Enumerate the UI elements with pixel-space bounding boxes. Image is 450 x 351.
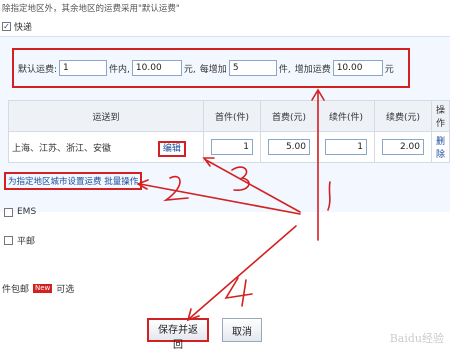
surface-mail-option[interactable]: 平邮 bbox=[4, 234, 35, 247]
col-first-fee: 首费(元) bbox=[260, 100, 318, 132]
add-qty-cell bbox=[317, 131, 375, 163]
default-first-qty-input[interactable] bbox=[59, 60, 108, 76]
col-add-fee: 续费(元) bbox=[374, 100, 432, 132]
edit-region-link[interactable]: 编辑 bbox=[157, 140, 186, 157]
col-destination: 运送到 bbox=[8, 100, 204, 132]
free-shipping-row: 件包邮 New 可选 bbox=[2, 282, 74, 295]
region-names: 上海、江苏、浙江、安徽 bbox=[12, 143, 112, 154]
add-fee-cell bbox=[374, 131, 432, 163]
express-option[interactable]: ✓ 快递 bbox=[2, 20, 32, 33]
express-checkbox[interactable]: ✓ bbox=[2, 22, 11, 31]
table-row: 上海、江苏、浙江、安徽 编辑 删除 bbox=[8, 131, 450, 163]
add-unit-label: 件, bbox=[278, 64, 291, 75]
new-badge: New bbox=[33, 284, 53, 293]
region-note: 除指定地区外，其余地区的运费采用"默认运费" bbox=[2, 4, 180, 14]
default-fee-label: 默认运费: bbox=[18, 64, 58, 75]
region-cell: 上海、江苏、浙江、安徽 编辑 bbox=[8, 131, 204, 163]
row-first-fee-input[interactable] bbox=[268, 139, 310, 155]
express-label: 快递 bbox=[14, 23, 33, 33]
row-first-qty-input[interactable] bbox=[211, 139, 253, 155]
col-first-qty: 首件(件) bbox=[203, 100, 261, 132]
delete-row-link[interactable]: 删除 bbox=[436, 137, 445, 160]
operation-cell: 删除 bbox=[431, 131, 450, 163]
each-add-label: 每增加 bbox=[199, 64, 227, 75]
watermark: Baidu经验 bbox=[389, 332, 444, 345]
optional-label: 可选 bbox=[56, 285, 75, 295]
cancel-button[interactable]: 取消 bbox=[222, 318, 262, 342]
number-4-mark bbox=[224, 277, 253, 307]
batch-set-region-link[interactable]: 为指定地区城市设置运费 批量操作 bbox=[4, 172, 143, 190]
region-fee-table: 运送到 首件(件) 首费(元) 续件(件) 续费(元) 操作 上海、江苏、浙江、… bbox=[8, 100, 450, 163]
first-qty-cell bbox=[203, 131, 261, 163]
surface-mail-label: 平邮 bbox=[17, 237, 36, 247]
ems-label: EMS bbox=[17, 207, 37, 217]
ems-checkbox[interactable] bbox=[4, 207, 13, 217]
add-fee-label: 增加运费 bbox=[294, 64, 331, 75]
yuan-label-1: 元, bbox=[183, 64, 196, 75]
ems-option[interactable]: EMS bbox=[4, 207, 36, 217]
arrow-to-save-button bbox=[189, 225, 297, 319]
default-add-fee-input[interactable] bbox=[332, 60, 383, 76]
first-unit-label: 件内, bbox=[109, 64, 130, 75]
col-operation: 操作 bbox=[431, 100, 450, 132]
free-shipping-label: 件包邮 bbox=[2, 285, 30, 295]
first-fee-cell bbox=[260, 131, 318, 163]
default-fee-row: 默认运费: 件内, 元, 每增加 件, 增加运费 元 bbox=[16, 60, 396, 76]
table-header-row: 运送到 首件(件) 首费(元) 续件(件) 续费(元) 操作 bbox=[8, 100, 450, 132]
default-add-qty-input[interactable] bbox=[228, 60, 277, 76]
row-add-qty-input[interactable] bbox=[325, 139, 367, 155]
yuan-label-2: 元 bbox=[384, 64, 394, 75]
default-first-fee-input[interactable] bbox=[131, 60, 182, 76]
row-add-fee-input[interactable] bbox=[382, 139, 424, 155]
save-and-return-button[interactable]: 保存并返回 bbox=[147, 318, 209, 351]
surface-mail-checkbox[interactable] bbox=[4, 236, 13, 245]
col-add-qty: 续件(件) bbox=[317, 100, 375, 132]
